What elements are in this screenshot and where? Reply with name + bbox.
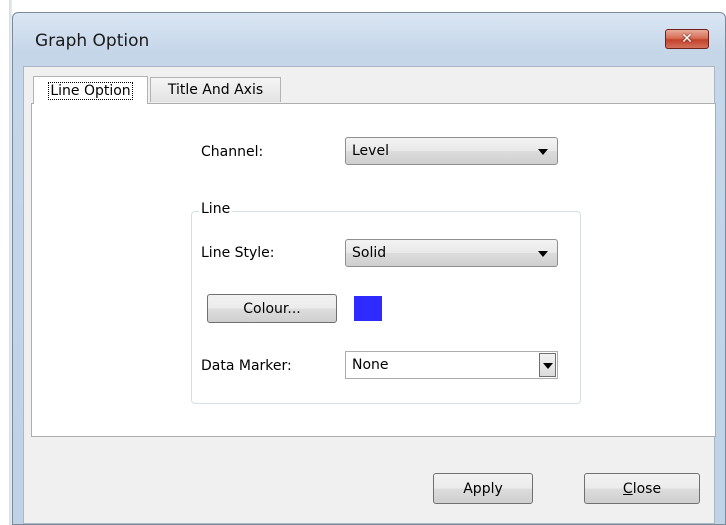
colour-swatch bbox=[354, 296, 382, 321]
tab-line-option-label: Line Option bbox=[48, 81, 133, 100]
line-group-title: Line bbox=[199, 201, 233, 217]
apply-button-label: Apply bbox=[463, 480, 503, 497]
close-icon: ✕ bbox=[681, 31, 693, 47]
tab-title-and-axis-label: Title And Axis bbox=[167, 82, 264, 98]
chevron-down-icon bbox=[538, 251, 548, 257]
colour-button[interactable]: Colour... bbox=[207, 294, 337, 323]
close-button[interactable]: Close bbox=[584, 473, 700, 504]
channel-select-value: Level bbox=[352, 143, 389, 159]
dialog-client-area: Line Option Title And Axis Channel: Leve… bbox=[23, 66, 716, 524]
data-marker-combo-value: None bbox=[352, 357, 389, 373]
graph-option-dialog: Graph Option ✕ Line Option Title And Axi… bbox=[12, 12, 726, 525]
colour-button-label: Colour... bbox=[243, 300, 301, 317]
window-close-button[interactable]: ✕ bbox=[665, 29, 709, 49]
line-style-select-value: Solid bbox=[352, 245, 387, 261]
channel-select[interactable]: Level bbox=[345, 137, 558, 165]
close-button-accelerator: C bbox=[622, 480, 633, 497]
chevron-down-icon bbox=[538, 149, 548, 155]
line-style-select[interactable]: Solid bbox=[345, 239, 558, 267]
close-button-label-rest: lose bbox=[632, 480, 662, 497]
tab-line-option[interactable]: Line Option bbox=[33, 76, 148, 104]
desktop-background bbox=[0, 0, 12, 525]
data-marker-combo[interactable]: None bbox=[345, 351, 558, 379]
line-style-label: Line Style: bbox=[201, 245, 275, 261]
tab-title-and-axis[interactable]: Title And Axis bbox=[150, 77, 281, 102]
window-title: Graph Option bbox=[35, 31, 150, 51]
line-option-panel: Channel: Level Line Line Style: Solid Co… bbox=[31, 103, 716, 437]
apply-button[interactable]: Apply bbox=[433, 473, 533, 504]
close-button-label: Close bbox=[623, 481, 661, 497]
chevron-down-icon[interactable] bbox=[539, 353, 556, 377]
channel-label: Channel: bbox=[201, 144, 264, 160]
data-marker-label: Data Marker: bbox=[201, 358, 292, 374]
